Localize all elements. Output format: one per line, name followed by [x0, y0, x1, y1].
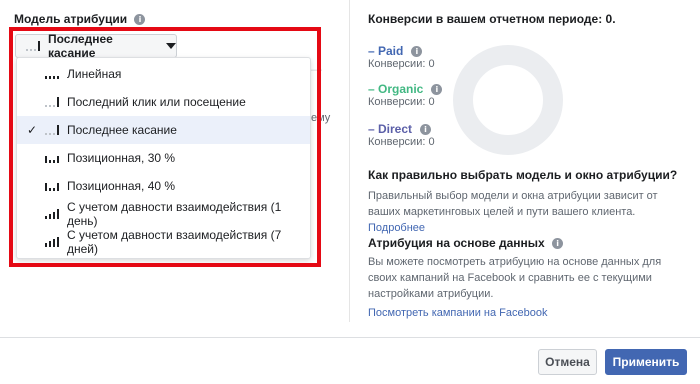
info-icon[interactable]: i	[431, 84, 443, 96]
menu-item-label: С учетом давности взаимодействия (1 день…	[67, 200, 282, 228]
position-based-bars-icon	[45, 181, 59, 191]
conversions-title: Конверсии в вашем отчетном периоде: 0.	[368, 12, 616, 26]
menu-item-linear[interactable]: Линейная	[17, 60, 310, 88]
menu-item-label: Линейная	[67, 67, 122, 81]
linear-bars-icon	[45, 69, 59, 79]
menu-item-label: Последнее касание	[67, 123, 177, 137]
legend-paid: – Paid i Конверсии: 0	[368, 44, 435, 70]
info-icon[interactable]: i	[420, 124, 432, 136]
menu-item-position-40[interactable]: Позиционная, 40 %	[17, 172, 310, 200]
how-to-choose-title: Как правильно выбрать модель и окно атри…	[368, 168, 678, 182]
view-facebook-campaigns-link[interactable]: Посмотреть кампании на Facebook	[368, 305, 547, 321]
donut-ring	[453, 45, 563, 155]
last-click-bars-icon	[45, 97, 59, 107]
data-driven-label: Атрибуция на основе данных	[368, 236, 545, 250]
attribution-model-dropdown[interactable]: Последнее касание	[15, 32, 177, 60]
how-to-choose-text: Правильный выбор модели и окна атрибуции…	[368, 188, 686, 236]
info-icon[interactable]: i	[552, 238, 564, 250]
menu-item-position-30[interactable]: Позиционная, 30 %	[17, 144, 310, 172]
position-based-bars-icon	[45, 153, 59, 163]
attribution-model-title: Модель атрибуции i	[14, 12, 146, 26]
cancel-button[interactable]: Отмена	[538, 349, 597, 375]
dropdown-selected-label: Последнее касание	[48, 32, 113, 60]
footer-divider	[0, 337, 700, 338]
legend-paid-conversions: Конверсии: 0	[368, 58, 435, 70]
info-icon[interactable]: i	[134, 14, 146, 26]
attribution-model-label: Модель атрибуции	[14, 12, 128, 26]
data-driven-text: Вы можете посмотреть атрибуцию на основе…	[368, 256, 662, 300]
conversions-donut-chart	[453, 45, 563, 155]
menu-item-last-touch[interactable]: ✓ Последнее касание	[17, 116, 310, 144]
time-decay-bars-icon	[45, 209, 59, 219]
background-fragment-bar: —	[311, 64, 322, 76]
menu-item-time-decay-1-day[interactable]: С учетом давности взаимодействия (1 день…	[17, 200, 310, 228]
attribution-model-menu: Линейная Последний клик или посещение ✓ …	[16, 57, 311, 259]
learn-more-link[interactable]: Подробнее	[368, 222, 425, 234]
menu-item-time-decay-7-days[interactable]: С учетом давности взаимодействия (7 дней…	[17, 228, 310, 256]
how-to-choose-body: Правильный выбор модели и окна атрибуции…	[368, 190, 658, 218]
apply-button[interactable]: Применить	[605, 349, 687, 375]
legend-direct: – Direct i Конверсии: 0	[368, 122, 435, 148]
menu-item-label: С учетом давности взаимодействия (7 дней…	[67, 228, 282, 256]
menu-item-last-click[interactable]: Последний клик или посещение	[17, 88, 310, 116]
info-icon[interactable]: i	[411, 46, 423, 58]
legend-direct-conversions: Конверсии: 0	[368, 136, 435, 148]
menu-item-label: Позиционная, 30 %	[67, 151, 176, 165]
legend-organic: – Organic i Конверсии: 0	[368, 82, 443, 108]
legend-paid-label: – Paid	[368, 44, 404, 58]
column-divider	[349, 0, 350, 322]
legend-organic-conversions: Конверсии: 0	[368, 96, 435, 108]
menu-item-label: Последний клик или посещение	[67, 95, 246, 109]
data-driven-title: Атрибуция на основе данных i	[368, 236, 564, 250]
last-touch-bars-icon	[26, 41, 40, 51]
menu-item-label: Позиционная, 40 %	[67, 179, 176, 193]
background-fragment-text: ему	[311, 112, 331, 124]
legend-organic-label: – Organic	[368, 82, 424, 96]
legend-direct-label: – Direct	[368, 122, 413, 136]
last-touch-bars-icon	[45, 125, 59, 135]
caret-down-icon	[166, 43, 176, 49]
time-decay-bars-icon	[45, 237, 59, 247]
checkmark-icon: ✓	[27, 123, 38, 137]
